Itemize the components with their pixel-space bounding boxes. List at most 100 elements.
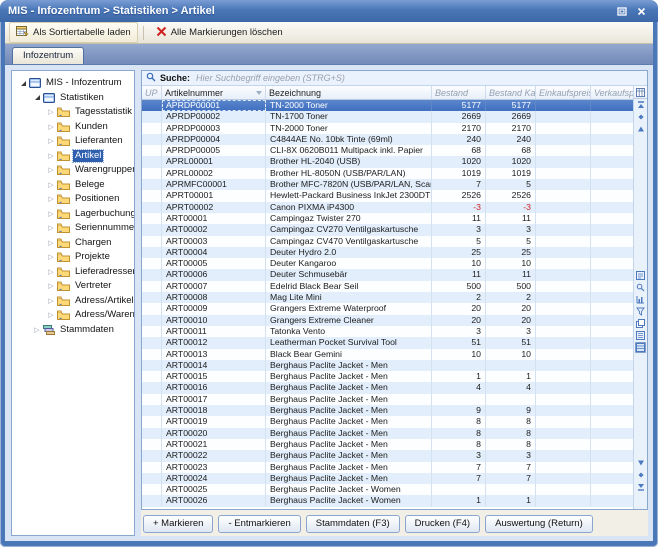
tree-expand-icon[interactable]: ▷ [46, 108, 56, 116]
table-row[interactable]: ART00016Berghaus Paclite Jacket - Men44 [142, 382, 633, 393]
tree-item-projekte[interactable]: ▷Projekte [14, 250, 134, 265]
table-row[interactable]: APRT00002Canon PIXMA iP4300-3-3 [142, 202, 633, 213]
scroll-down-page-icon[interactable] [635, 470, 646, 480]
table-row[interactable]: ART00009Grangers Extreme Waterproof2020 [142, 303, 633, 314]
table-row[interactable]: ART00010Grangers Extreme Cleaner2020 [142, 315, 633, 326]
tree-item-adress-warengruppen[interactable]: ▷Adress/Warengruppen [14, 308, 134, 323]
table-row[interactable]: ART00002Campingaz CV270 Ventilgaskartusc… [142, 224, 633, 235]
table-row[interactable]: ART00015Berghaus Paclite Jacket - Men11 [142, 371, 633, 382]
tree-expand-icon[interactable]: ▷ [46, 123, 56, 131]
table-row[interactable]: ART00022Berghaus Paclite Jacket - Men33 [142, 450, 633, 461]
tree-item-adress-artikel[interactable]: ▷Adress/Artikel [14, 294, 134, 309]
table-row[interactable]: APRT00001Hewlett-Packard Business InkJet… [142, 190, 633, 201]
close-icon[interactable] [633, 4, 650, 19]
column-header-bestand-kalk-[interactable]: Bestand Kalk.. [486, 86, 536, 99]
list-view-icon[interactable] [635, 330, 646, 341]
scroll-up-page-icon[interactable] [635, 112, 646, 122]
tree-collapse-icon[interactable] [32, 95, 42, 100]
tree-item-kunden[interactable]: ▷Kunden [14, 120, 134, 135]
grid-search-icon[interactable] [635, 282, 646, 293]
tab-infozentrum[interactable]: Infozentrum [12, 47, 84, 64]
filter-icon[interactable] [635, 306, 646, 317]
tree-item-positionen[interactable]: ▷Positionen [14, 192, 134, 207]
restore-icon[interactable] [613, 4, 630, 19]
tree-expand-icon[interactable]: ▷ [46, 137, 56, 145]
scroll-first-icon[interactable] [635, 100, 646, 110]
table-row[interactable]: APRL00001Brother HL-2040 (USB)10201020 [142, 156, 633, 167]
tree-item-belege[interactable]: ▷Belege [14, 178, 134, 193]
table-row[interactable]: APRL00002Brother HL-8050N (USB/PAR/LAN)1… [142, 168, 633, 179]
tree-expand-icon[interactable]: ▷ [46, 253, 56, 261]
tree-collapse-icon[interactable] [18, 81, 28, 86]
table-row[interactable]: APRDP00005CLI-8X 0620B011 Multipack inkl… [142, 145, 633, 156]
scroll-last-icon[interactable] [635, 482, 646, 492]
table-row[interactable]: ART00007Edelrid Black Bear Seil500500 [142, 281, 633, 292]
auswertung-return-button[interactable]: Auswertung (Return) [485, 515, 593, 533]
tree-item-lagerbuchungen[interactable]: ▷Lagerbuchungen [14, 207, 134, 222]
load-sort-table-button[interactable]: Als Sortiertabelle laden [9, 22, 138, 43]
table-row[interactable]: ART00020Berghaus Paclite Jacket - Men88 [142, 428, 633, 439]
drucken-f4-button[interactable]: Drucken (F4) [405, 515, 480, 533]
column-header-up[interactable]: UP [142, 86, 162, 99]
column-header-verkaufsprei[interactable]: Verkaufsprei [591, 86, 633, 99]
tree-expand-icon[interactable]: ▷ [46, 152, 56, 160]
tree-item-warengruppen[interactable]: ▷Warengruppen [14, 163, 134, 178]
table-row[interactable]: ART00019Berghaus Paclite Jacket - Men88 [142, 416, 633, 427]
tree-item-chargen[interactable]: ▷Chargen [14, 236, 134, 251]
scroll-down-icon[interactable] [635, 458, 646, 468]
table-row[interactable]: ART00003Campingaz CV470 Ventilgaskartusc… [142, 236, 633, 247]
tree-expand-icon[interactable]: ▷ [46, 268, 56, 276]
column-chooser-icon[interactable] [634, 86, 647, 99]
column-header-artikelnummer[interactable]: Artikelnummer [162, 86, 266, 99]
tree-expand-icon[interactable]: ▷ [46, 195, 56, 203]
tree-item-lieferadressen[interactable]: ▷Lieferadressen [14, 265, 134, 280]
table-row[interactable]: ART00008Mag Lite Mini22 [142, 292, 633, 303]
table-row[interactable]: ART00012Leatherman Pocket Survival Tool5… [142, 337, 633, 348]
tree-item-artikel[interactable]: ▷Artikel [14, 149, 134, 164]
table-row[interactable]: ART00004Deuter Hydro 2.02525 [142, 247, 633, 258]
column-header-bezeichnung[interactable]: Bezeichnung [266, 86, 432, 99]
entmarkieren-button[interactable]: - Entmarkieren [218, 515, 300, 533]
table-row[interactable]: ART00021Berghaus Paclite Jacket - Men88 [142, 439, 633, 450]
markieren-button[interactable]: + Markieren [143, 515, 213, 533]
tree-expand-icon[interactable]: ▷ [46, 210, 56, 218]
tree-expand-icon[interactable]: ▷ [32, 326, 42, 334]
tree-expand-icon[interactable]: ▷ [46, 166, 56, 174]
table-row[interactable]: APRDP00003TN-2000 Toner21702170 [142, 123, 633, 134]
table-row[interactable]: APRDP00002TN-1700 Toner26692669 [142, 111, 633, 122]
tree-item-vertreter[interactable]: ▷Vertreter [14, 279, 134, 294]
card-view-icon[interactable] [635, 270, 646, 281]
tree-expand-icon[interactable]: ▷ [46, 181, 56, 189]
table-row[interactable]: ART00025Berghaus Paclite Jacket - Women [142, 484, 633, 495]
table-row[interactable]: ART00006Deuter Schmusebär1111 [142, 269, 633, 280]
table-row[interactable]: ART00017Berghaus Paclite Jacket - Men [142, 394, 633, 405]
table-row[interactable]: ART00014Berghaus Paclite Jacket - Men [142, 360, 633, 371]
chart-icon[interactable] [635, 294, 646, 305]
scroll-up-icon[interactable] [635, 124, 646, 134]
grid-scrollbar-strip[interactable] [633, 86, 647, 509]
table-view-icon[interactable] [635, 342, 646, 353]
table-row[interactable]: APRDP00001TN-2000 Toner51775177 [142, 100, 633, 111]
table-row[interactable]: APRMFC00001Brother MFC-7820N (USB/PAR/LA… [142, 179, 633, 190]
tree-expand-icon[interactable]: ▷ [46, 282, 56, 290]
column-header-bestand[interactable]: Bestand [432, 86, 486, 99]
table-row[interactable]: ART00013Black Bear Gemini1010 [142, 349, 633, 360]
table-row[interactable]: ART00026Berghaus Paclite Jacket - Women1… [142, 495, 633, 506]
table-row[interactable]: APRDP00004C4844AE No. 10bk Tinte (69ml)2… [142, 134, 633, 145]
tree-item-tagesstatistik[interactable]: ▷Tagesstatistik [14, 105, 134, 120]
tree-item-stammdaten[interactable]: ▷Stammdaten [14, 323, 134, 338]
tree-item-statistiken[interactable]: Statistiken [14, 91, 134, 106]
tree-item-seriennummern[interactable]: ▷Seriennummern [14, 221, 134, 236]
stammdaten-f3-button[interactable]: Stammdaten (F3) [306, 515, 400, 533]
tree-expand-icon[interactable]: ▷ [46, 297, 56, 305]
column-header-einkaufspreis[interactable]: Einkaufspreis [536, 86, 591, 99]
tree-expand-icon[interactable]: ▷ [46, 224, 56, 232]
title-bar[interactable]: MIS - Infozentrum > Statistiken > Artike… [0, 0, 658, 22]
search-input[interactable] [194, 72, 643, 84]
table-row[interactable]: ART00023Berghaus Paclite Jacket - Men77 [142, 462, 633, 473]
tree-expand-icon[interactable]: ▷ [46, 311, 56, 319]
table-row[interactable]: ART00005Deuter Kangaroo1010 [142, 258, 633, 269]
layers-icon[interactable] [635, 318, 646, 329]
tree-expand-icon[interactable]: ▷ [46, 239, 56, 247]
table-row[interactable]: ART00001Campingaz Twister 2701111 [142, 213, 633, 224]
